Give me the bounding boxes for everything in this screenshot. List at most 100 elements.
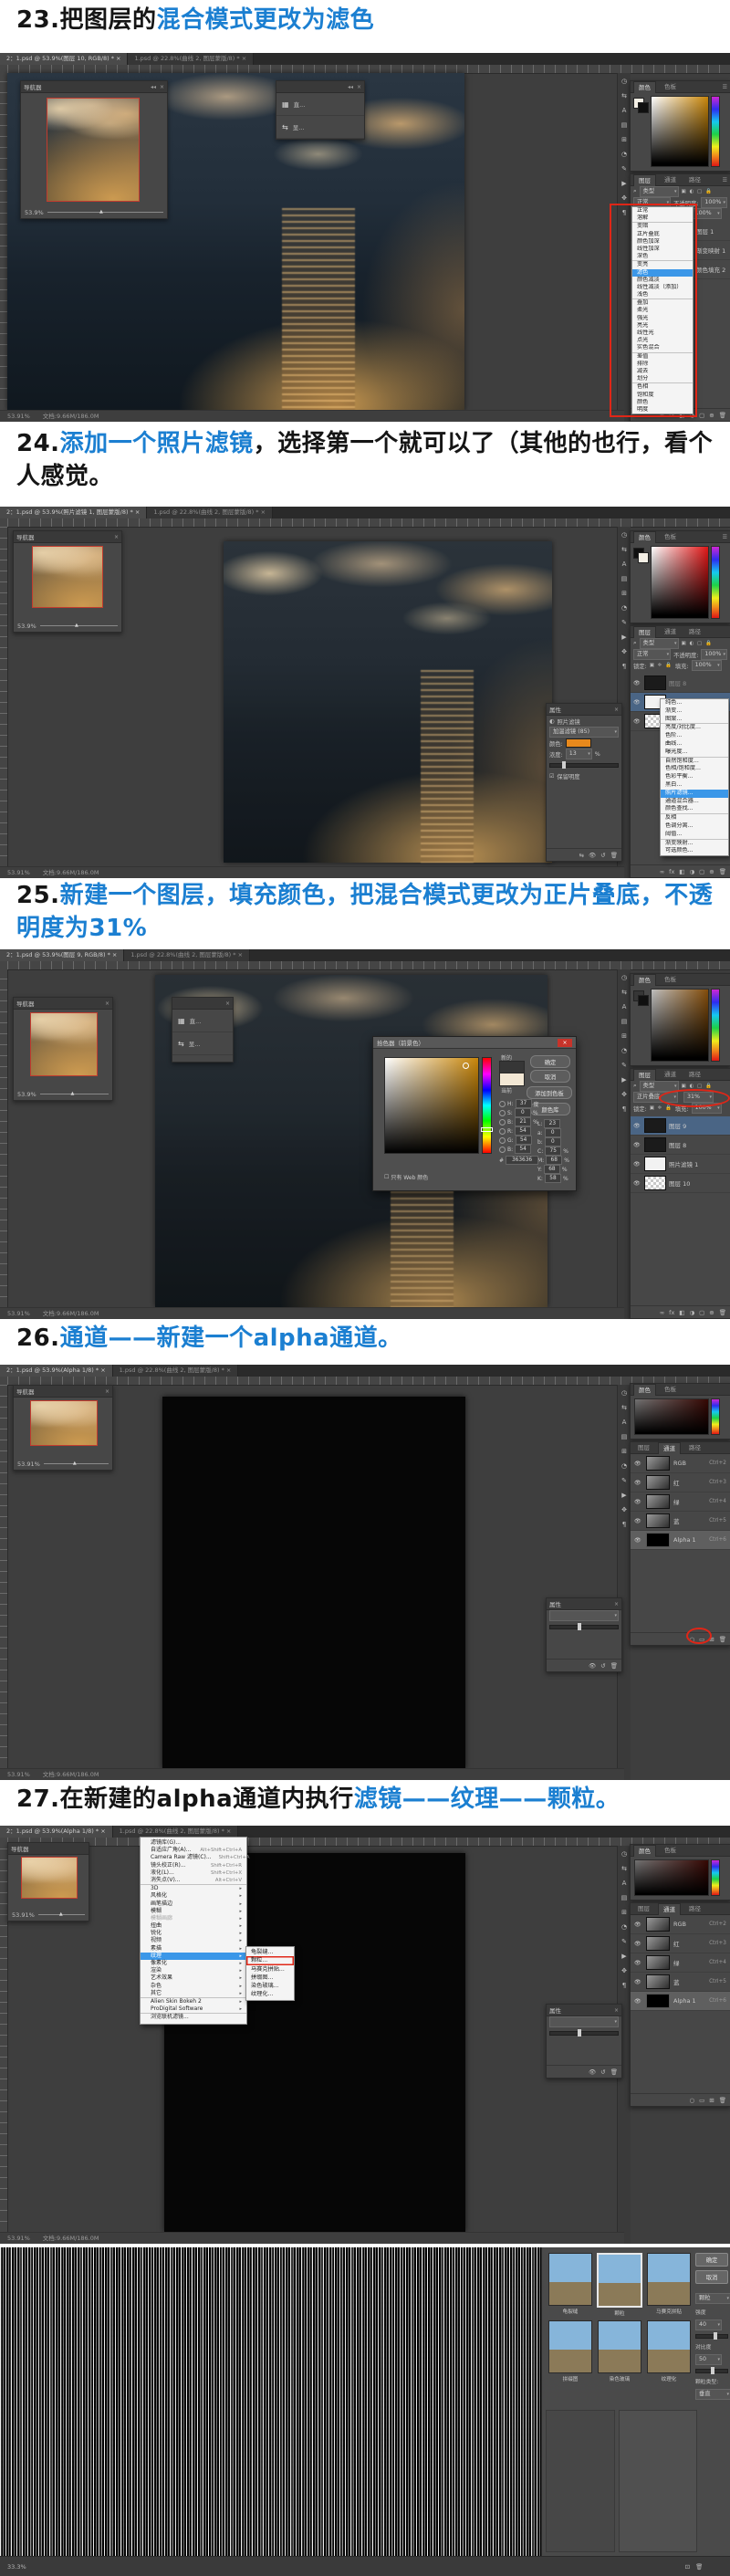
blend-mode-select[interactable]: 正片叠底 — [633, 1092, 678, 1103]
dock-icon[interactable]: ⇆ — [621, 546, 627, 553]
color-field[interactable] — [651, 989, 709, 1062]
adjustment-menu-item[interactable]: 反相 — [661, 813, 728, 822]
opacity-select[interactable]: 100% — [701, 197, 727, 208]
tab-swatches[interactable]: 色板 — [660, 974, 681, 985]
new-effect-layer-icon[interactable]: ⊡ — [685, 2563, 690, 2571]
dock-icon[interactable]: ⇆ — [621, 989, 627, 996]
delete-effect-layer-icon[interactable]: 🗑 — [695, 2563, 703, 2571]
channel-row[interactable]: 👁 绿 Ctrl+4 — [631, 1953, 730, 1973]
filter-select[interactable]: 颗粒 — [695, 2293, 730, 2304]
dock-icon[interactable]: ▶ — [621, 1492, 626, 1499]
cancel-button[interactable]: 取消 — [530, 1070, 570, 1083]
mask-icon[interactable]: ◧ — [679, 1309, 684, 1316]
dock-icon[interactable]: ▤ — [621, 1894, 628, 1901]
filter-color-swatch[interactable] — [566, 738, 591, 748]
field-value[interactable]: 21 — [515, 1117, 531, 1126]
navigator-thumbnail[interactable] — [47, 98, 140, 202]
filter-thumbnail[interactable]: 纹理化 — [646, 2320, 692, 2382]
blend-mode-option[interactable]: 正片叠底 — [632, 231, 693, 238]
panel-menu-icon[interactable]: ☰ — [723, 84, 727, 90]
filter-menu-item[interactable]: 视频 ▸ — [141, 1937, 246, 1944]
close-icon[interactable]: × — [225, 1000, 230, 1007]
tab-layers[interactable]: 图层 — [633, 1903, 654, 1914]
adjustment-menu-item[interactable]: 可选颜色... — [661, 847, 728, 855]
adjustment-menu-item[interactable]: 照片滤镜... — [661, 790, 728, 798]
reset-icon[interactable]: ↺ — [600, 1662, 605, 1670]
dock-icon[interactable]: ◔ — [621, 1047, 627, 1054]
foreground-background-swatches[interactable] — [633, 990, 648, 1005]
reset-icon[interactable]: ↺ — [600, 852, 605, 859]
channel-row[interactable]: 👁 Alpha 1 Ctrl+6 — [631, 1531, 730, 1550]
blend-mode-option[interactable]: 点光 — [632, 337, 693, 344]
visibility-eye-icon[interactable]: 👁 — [634, 1461, 642, 1467]
link-icon[interactable]: ∞ — [660, 1309, 664, 1316]
filter-menu-item[interactable]: 消失点(V)... Alt+Ctrl+V ▸ — [141, 1877, 246, 1884]
filter-menu-item[interactable]: 模糊画廊 ▸ — [141, 1915, 246, 1922]
field-value[interactable]: 68 — [546, 1156, 562, 1165]
properties-select[interactable] — [549, 1610, 619, 1621]
filter-icons[interactable]: ▣ ◐ ▢ 🔒 — [682, 1084, 713, 1089]
field-value[interactable]: 54 — [516, 1136, 532, 1145]
dock-icon[interactable]: ⊞ — [621, 1448, 627, 1455]
dock-icon[interactable]: A — [622, 1880, 627, 1887]
dock-icon[interactable]: ¶ — [622, 1982, 626, 1989]
dock-icon[interactable]: A — [622, 107, 627, 114]
adjustment-icon[interactable]: ◑ — [689, 868, 694, 875]
properties-select[interactable] — [549, 2016, 619, 2027]
dock-icon[interactable]: ⇆ — [621, 1404, 627, 1411]
dock-icon[interactable]: ◷ — [621, 1389, 627, 1397]
tab-swatches[interactable]: 色板 — [660, 81, 681, 92]
dock-icon[interactable]: ✥ — [621, 1967, 627, 1974]
field-value[interactable]: 37 — [516, 1099, 532, 1108]
dock-icon[interactable]: ◷ — [621, 531, 627, 539]
foreground-background-swatches[interactable] — [633, 548, 648, 562]
ok-button[interactable]: 确定 — [530, 1055, 570, 1068]
picker-color-field[interactable] — [384, 1057, 479, 1154]
filter-menu-item[interactable]: 液化(L)... Shift+Ctrl+X ▸ — [141, 1869, 246, 1877]
filter-kind-select[interactable]: 类型 — [640, 186, 679, 197]
status-zoom[interactable]: 53.91% — [7, 2233, 30, 2244]
filter-menu-item[interactable]: ProDigital Software ▸ — [141, 2005, 246, 2013]
blend-mode-option[interactable]: 差值 — [632, 352, 693, 361]
hex-value[interactable]: 363636 — [506, 1156, 538, 1165]
radio-button[interactable] — [499, 1101, 506, 1107]
blend-mode-option[interactable]: 变暗 — [632, 222, 693, 230]
blend-mode-option[interactable]: 排除 — [632, 361, 693, 368]
tab-swatches[interactable]: 色板 — [660, 1384, 681, 1395]
filter-thumbnail[interactable]: 龟裂缝 — [548, 2253, 593, 2317]
visibility-eye-icon[interactable]: 👁 — [633, 699, 641, 706]
filter-menu-item[interactable]: 3D ▸ — [141, 1884, 246, 1892]
field-value[interactable]: 68 — [544, 1165, 560, 1174]
tab-color[interactable]: 颜色 — [633, 974, 656, 986]
clip-icon[interactable]: ⇆ — [579, 852, 584, 859]
fx-icon[interactable]: fx — [669, 868, 674, 875]
grain-type-select[interactable]: 垂直 — [695, 2389, 730, 2400]
field-value[interactable]: 23 — [544, 1119, 560, 1128]
tab-channels[interactable]: 通道 — [660, 174, 681, 185]
layer-row[interactable]: 👁 图层 10 — [631, 1174, 730, 1193]
filter-menu-item[interactable]: 杂色 ▸ — [141, 1983, 246, 1990]
adjustment-menu-item[interactable]: 曲线... — [661, 740, 728, 749]
eye-icon[interactable]: 👁 — [589, 2068, 596, 2076]
layer-row[interactable]: 👁 图层 8 — [631, 1136, 730, 1155]
filter-menu-item[interactable]: Camera Raw 滤镜(C)... Shift+Ctrl+A ▸ — [141, 1854, 246, 1861]
delete-icon[interactable]: 🗑 — [719, 1309, 726, 1316]
dock-icon[interactable]: ✎ — [621, 1938, 627, 1945]
alpha-channel-canvas[interactable] — [162, 1397, 465, 1769]
document-tab-active[interactable]: 2：1.psd @ 53.9%(Alpha 1/8) * × — [0, 1826, 113, 1838]
contrast-slider[interactable] — [695, 2369, 728, 2373]
close-icon[interactable]: × — [160, 84, 164, 90]
color-field[interactable] — [634, 1398, 709, 1435]
visibility-eye-icon[interactable]: 👁 — [633, 1180, 641, 1187]
opacity-select[interactable]: 31% — [683, 1092, 714, 1103]
visibility-eye-icon[interactable]: 👁 — [633, 718, 641, 725]
filter-menu-item[interactable]: 画笔描边 ▸ — [141, 1901, 246, 1908]
blend-mode-option[interactable]: 颜色减淡 — [632, 277, 693, 284]
filter-thumbnail[interactable]: 马赛克拼贴 — [646, 2253, 692, 2317]
filter-menu-item[interactable]: 镜头校正(R)... Shift+Ctrl+R ▸ — [141, 1862, 246, 1869]
lock-icons[interactable]: ▣ ✛ 🔒 — [650, 663, 673, 668]
dock-icon[interactable]: ⊞ — [621, 136, 627, 143]
properties-slider[interactable] — [549, 1625, 619, 1629]
field-value[interactable]: 75 — [545, 1147, 561, 1156]
web-only-checkbox[interactable]: ☐ — [384, 1174, 389, 1180]
